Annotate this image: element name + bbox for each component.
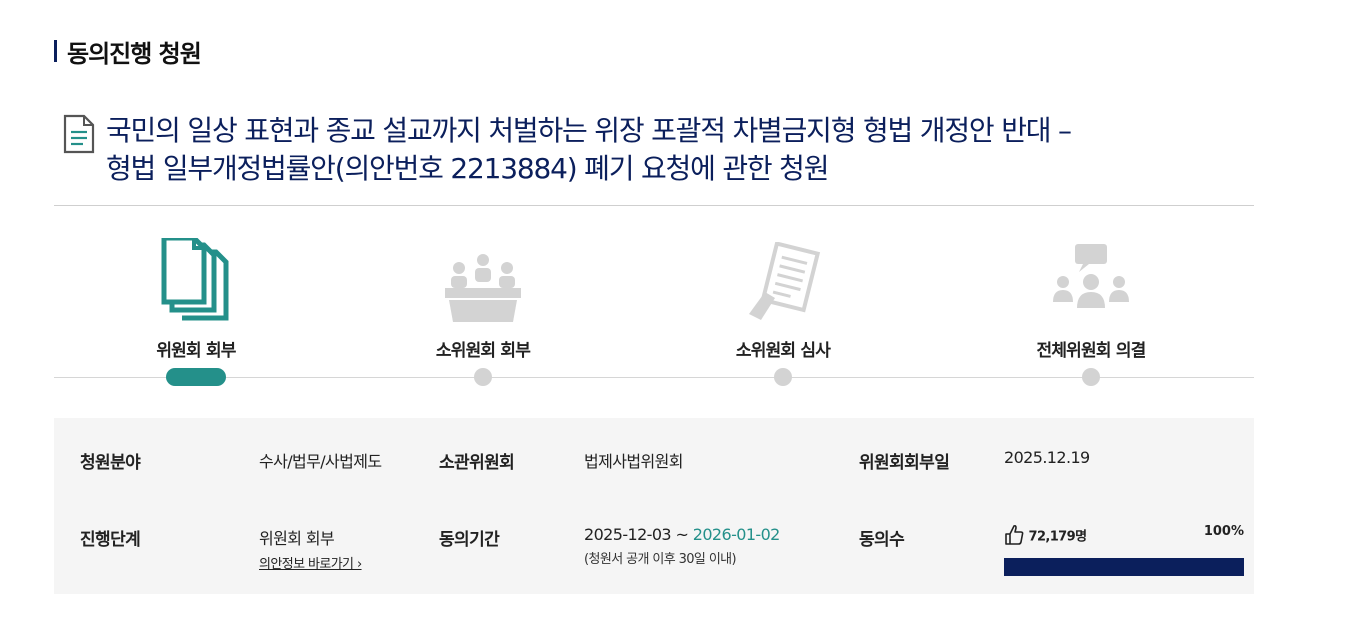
agree-progress-fill bbox=[1004, 558, 1244, 576]
period-note: (청원서 공개 이후 30일 이내) bbox=[584, 552, 737, 567]
step-full-committee-vote: 전체위원회 의결 bbox=[971, 230, 1211, 361]
stage-cell: 위원회 회부 의안정보 바로가기 › bbox=[259, 525, 362, 572]
period-end: 2026-01-02 bbox=[692, 525, 781, 544]
meeting-icon bbox=[445, 254, 521, 322]
steps-track-line bbox=[54, 377, 1254, 378]
period-cell: 2025-12-03 ~ 2026-01-02 (청원서 공개 이후 30일 이… bbox=[584, 525, 780, 567]
field-label: 청원분야 bbox=[80, 453, 141, 473]
step-subcommittee-review: 소위원회 심사 bbox=[663, 230, 903, 361]
section-header: 동의진행 청원 bbox=[54, 36, 202, 68]
stage-label: 진행단계 bbox=[80, 530, 141, 550]
section-title: 동의진행 청원 bbox=[67, 39, 202, 68]
period-start: 2025-12-03 ~ bbox=[584, 525, 693, 544]
agree-label: 동의수 bbox=[859, 530, 905, 550]
committee-label: 소관위원회 bbox=[439, 453, 515, 473]
petition-title-line2: 형법 일부개정법률안(의안번호 2213884) 폐기 요청에 관한 청원 bbox=[106, 152, 829, 185]
agree-count: 72,179명 bbox=[1028, 529, 1088, 545]
step-label: 소위원회 심사 bbox=[735, 341, 831, 361]
period-label: 동의기간 bbox=[439, 530, 500, 550]
stage-value: 위원회 회부 bbox=[259, 529, 335, 548]
step-indicator bbox=[774, 368, 792, 386]
step-indicator bbox=[474, 368, 492, 386]
review-document-icon bbox=[749, 242, 821, 320]
thumbs-up-icon bbox=[1005, 524, 1024, 545]
petition-header: 국민의 일상 표현과 종교 설교까지 처벌하는 위장 포괄적 차별금지형 형법 … bbox=[62, 112, 1242, 188]
discussion-icon bbox=[1053, 244, 1129, 308]
field-value: 수사/법무/사법제도 bbox=[259, 452, 382, 471]
agree-progress-bar bbox=[1004, 558, 1244, 576]
step-indicator bbox=[1082, 368, 1100, 386]
committee-value: 법제사법위원회 bbox=[584, 452, 683, 471]
agree-count-cell: 72,179명 bbox=[1004, 524, 1088, 546]
step-label: 소위원회 회부 bbox=[435, 341, 531, 361]
step-committee-referral: 위원회 회부 bbox=[76, 230, 316, 361]
agree-percent: 100% bbox=[1203, 524, 1244, 539]
petition-info-panel: 청원분야 수사/법무/사법제도 소관위원회 법제사법위원회 위원회회부일 202… bbox=[54, 418, 1254, 594]
progress-steps: 위원회 회부 소위원회 회부 소위원회 심사 전체위원회 의결 bbox=[54, 230, 1254, 400]
bill-info-link[interactable]: 의안정보 바로가기 › bbox=[259, 553, 362, 572]
step-label: 전체위원회 의결 bbox=[1036, 341, 1147, 361]
petition-title: 국민의 일상 표현과 종교 설교까지 처벌하는 위장 포괄적 차별금지형 형법 … bbox=[106, 112, 1072, 188]
documents-icon bbox=[161, 238, 229, 321]
section-title-bar bbox=[54, 40, 57, 62]
referral-date-value: 2025.12.19 bbox=[1004, 448, 1090, 467]
referral-date-label: 위원회회부일 bbox=[859, 453, 950, 473]
step-indicator-active bbox=[166, 368, 226, 386]
step-subcommittee-referral: 소위원회 회부 bbox=[363, 230, 603, 361]
document-icon bbox=[63, 114, 95, 154]
petition-title-line1: 국민의 일상 표현과 종교 설교까지 처벌하는 위장 포괄적 차별금지형 형법 … bbox=[106, 114, 1072, 147]
step-label: 위원회 회부 bbox=[156, 341, 236, 361]
divider bbox=[54, 205, 1254, 206]
